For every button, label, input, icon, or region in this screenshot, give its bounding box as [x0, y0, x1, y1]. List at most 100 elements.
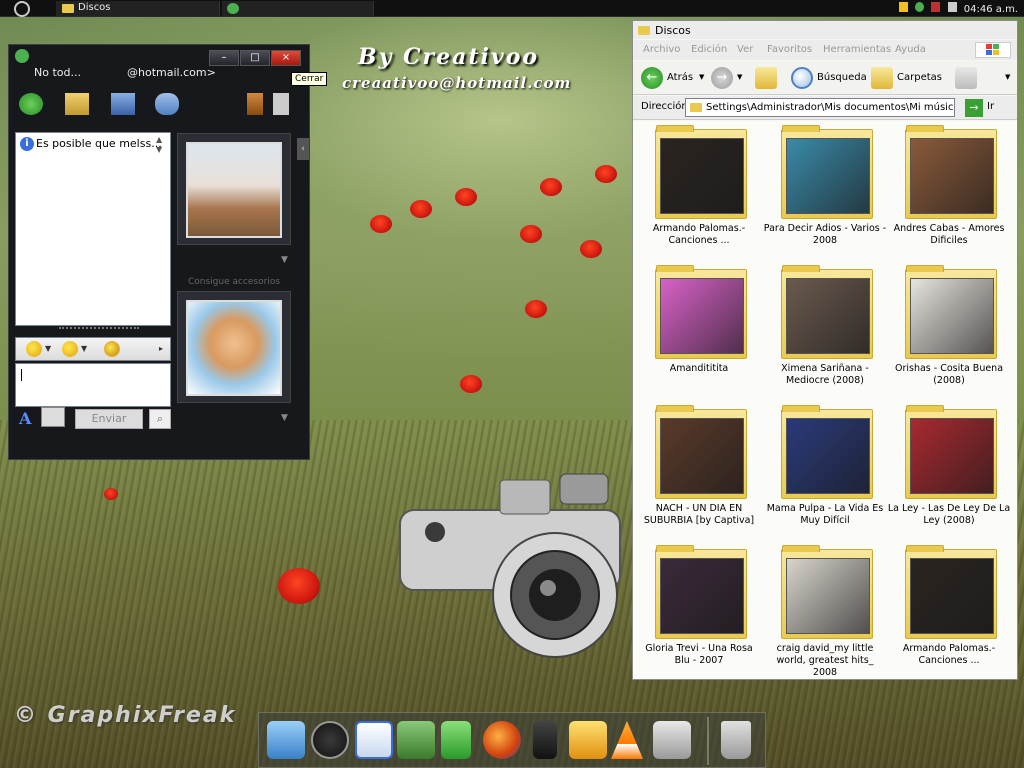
folder-tile[interactable]: Para Decir Adios - Varios - 2008 [763, 125, 887, 257]
scroll-arrows-icon[interactable]: ▲ ▼ [156, 135, 168, 157]
volume-icon[interactable] [947, 2, 957, 12]
folder-tile[interactable]: Armando Palomas.-Canciones ... [887, 545, 1011, 677]
explorer-title-bar[interactable]: Discos [633, 21, 1017, 39]
emoticon-icon[interactable] [26, 341, 42, 357]
menu-ayuda[interactable]: Ayuda [895, 44, 926, 55]
folder-tile[interactable]: Ximena Sariñana - Mediocre (2008) [763, 265, 887, 397]
chevron-down-icon[interactable]: ▼ [737, 73, 742, 81]
activities-icon[interactable] [273, 93, 289, 115]
notepad-icon[interactable] [355, 721, 393, 759]
maximize-button[interactable]: □ [240, 50, 270, 66]
folder-tile[interactable]: craig david_my little world, greatest hi… [763, 545, 887, 678]
video-call-icon[interactable] [111, 93, 135, 115]
taskbar-item-label: Discos [78, 2, 111, 13]
chevron-down-icon[interactable]: ▼ [1005, 73, 1010, 81]
album-cover-thumbnail [786, 278, 870, 354]
chevron-down-icon[interactable]: ▼ [281, 255, 288, 265]
system-tools-icon[interactable] [653, 721, 691, 759]
vlc-icon[interactable] [611, 721, 643, 759]
my-display-picture[interactable] [177, 291, 291, 403]
folders-button-label[interactable]: Carpetas [897, 72, 942, 83]
back-icon[interactable]: ← [641, 67, 663, 89]
folder-tile[interactable]: La Ley - Las De Ley De La Ley (2008) [887, 405, 1011, 537]
folder-tile[interactable]: Gloria Trevi - Una Rosa Blu - 2007 [637, 545, 761, 677]
conversation-history[interactable]: i Es posible que melss... ▲ ▼ [15, 132, 171, 326]
start-menu-icon[interactable] [14, 1, 30, 17]
send-button[interactable]: Enviar [75, 409, 143, 429]
menu-edicion[interactable]: Edición [691, 44, 727, 55]
menu-herramientas[interactable]: Herramientas [823, 44, 891, 55]
folder-tile[interactable]: NACH - UN DIA EN SUBURBIA [by Captiva] [637, 405, 761, 537]
nudge-icon[interactable] [104, 341, 120, 357]
album-cover-thumbnail [910, 418, 994, 494]
minimize-button[interactable]: – [209, 50, 239, 66]
folder-tile[interactable]: Armando Palomas.-Canciones ... [637, 125, 761, 257]
search-button-label[interactable]: Búsqueda [817, 72, 867, 83]
menu-bar: Archivo Edición Ver Favoritos Herramient… [633, 40, 1017, 60]
folder-icon [690, 103, 702, 112]
folder-grid: Armando Palomas.-Canciones ... Para Decir… [633, 121, 1017, 679]
accessories-promo[interactable]: Consigue accesorios [177, 277, 291, 287]
messenger-icon [227, 3, 239, 14]
contact-display-picture[interactable] [177, 133, 291, 245]
folder-tile[interactable]: Mama Pulpa - La Vida Es Muy Difícil [763, 405, 887, 537]
views-icon[interactable] [955, 67, 977, 89]
folder-icon [781, 125, 873, 219]
clock[interactable]: 04:46 a.m. [964, 4, 1018, 15]
green-file-icon[interactable] [441, 721, 471, 759]
invite-contact-icon[interactable] [19, 93, 43, 115]
folder-label: Armando Palomas.-Canciones ... [902, 643, 996, 666]
menu-archivo[interactable]: Archivo [643, 44, 680, 55]
folder-tile[interactable]: Andres Cabas - Amores Dificiles [887, 125, 1011, 257]
wink-icon[interactable] [62, 341, 78, 357]
address-input[interactable]: Settings\Administrador\Mis documentos\Mi… [685, 98, 955, 117]
security-shield-icon[interactable] [899, 2, 909, 12]
close-button[interactable]: × [271, 50, 301, 66]
chevron-right-icon[interactable]: ▸ [159, 344, 163, 353]
taskbar-item-messenger[interactable] [222, 1, 374, 16]
pane-splitter[interactable] [59, 327, 139, 331]
folders-icon[interactable] [871, 67, 893, 89]
messenger-tray-icon[interactable] [915, 2, 925, 12]
send-files-icon[interactable] [65, 93, 89, 115]
folder-tile[interactable]: Orishas - Cosita Buena (2008) [887, 265, 1011, 397]
folder-icon [638, 26, 650, 35]
firefox-icon[interactable] [483, 721, 521, 759]
search-icon[interactable]: ⌕ [149, 409, 171, 429]
network-icon[interactable] [931, 2, 941, 12]
search-icon[interactable] [791, 67, 813, 89]
music-player-icon[interactable] [311, 721, 349, 759]
poppy-flower [525, 300, 547, 318]
menu-favoritos[interactable]: Favoritos [767, 44, 812, 55]
folder-tile[interactable]: Amandititita [637, 265, 761, 397]
chevron-down-icon[interactable]: ▼ [45, 344, 51, 353]
windows-flag-icon [986, 44, 999, 55]
phone-call-icon[interactable] [155, 93, 179, 115]
window-title: Discos [655, 24, 691, 37]
back-button-label[interactable]: Atrás [667, 72, 693, 83]
chevron-down-icon[interactable]: ▼ [281, 413, 288, 423]
folder-icon [905, 265, 997, 359]
go-button-label[interactable]: Ir [987, 101, 994, 112]
trash-icon[interactable] [721, 721, 751, 759]
menu-ver[interactable]: Ver [737, 44, 753, 55]
taskbar-item-discos[interactable]: Discos [56, 1, 220, 16]
handwriting-icon[interactable] [41, 407, 65, 427]
folder-label: La Ley - Las De Ley De La Ley (2008) [887, 503, 1011, 526]
poppy-flower [460, 375, 482, 393]
poppy-flower [540, 178, 562, 196]
message-input[interactable] [15, 363, 171, 407]
download-icon[interactable] [267, 721, 305, 759]
image-viewer-icon[interactable] [397, 721, 435, 759]
up-folder-icon[interactable] [755, 67, 777, 89]
paintbrush-icon[interactable] [247, 93, 263, 115]
forward-icon[interactable]: → [711, 67, 733, 89]
collapse-panel-button[interactable]: ‹ [297, 138, 309, 160]
go-arrow-icon[interactable]: → [965, 99, 983, 117]
album-cover-thumbnail [786, 558, 870, 634]
chevron-down-icon[interactable]: ▼ [81, 344, 87, 353]
chevron-down-icon[interactable]: ▼ [699, 73, 704, 81]
media-player-icon[interactable] [533, 721, 557, 759]
folder-icon[interactable] [569, 721, 607, 759]
font-icon[interactable]: A [19, 409, 31, 428]
